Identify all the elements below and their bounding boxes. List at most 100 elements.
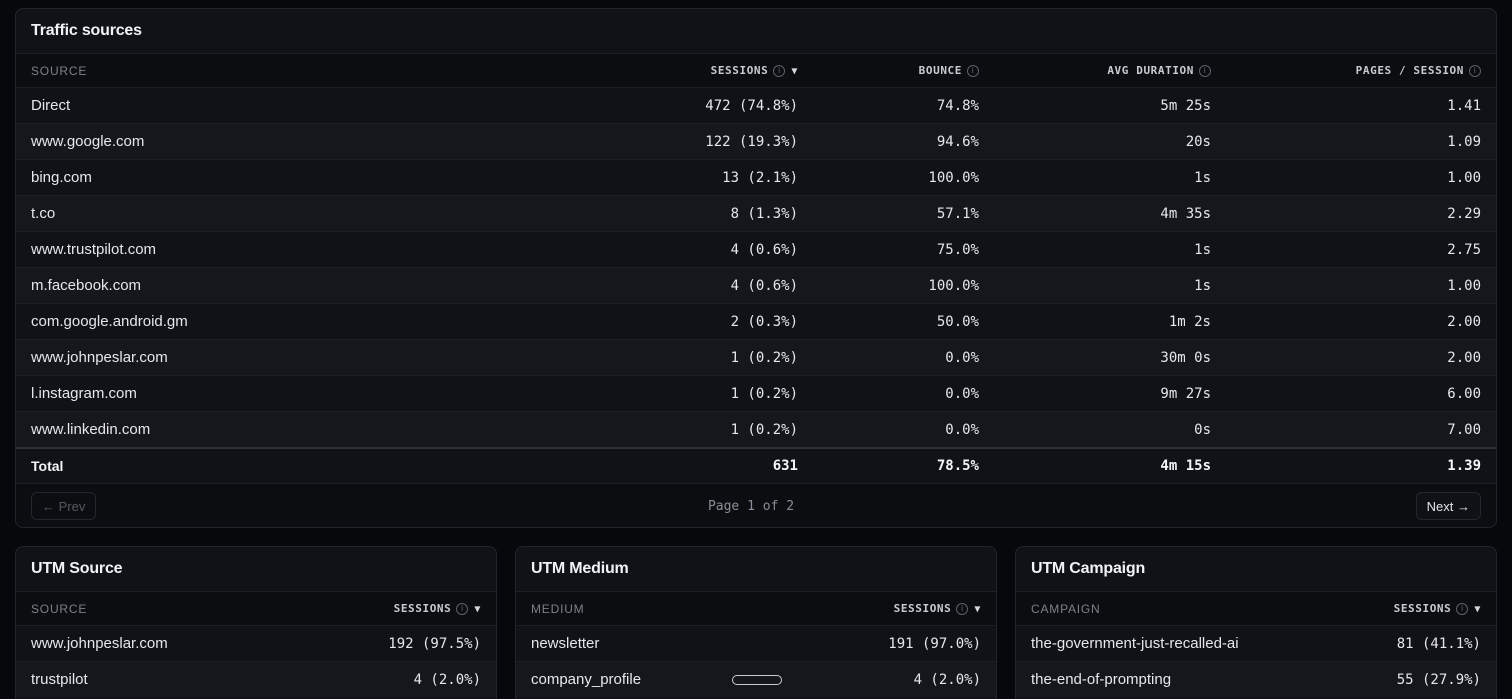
utm-medium-card: UTM Medium MEDIUM SESSIONS i ▼ newsletter … (515, 546, 997, 699)
sessions-cell: 4 (0.6%) (730, 241, 798, 258)
bounce-cell: 100.0% (928, 277, 979, 294)
table-row[interactable]: m.facebook.com 4 (0.6%) 100.0% 1s 1.00 (16, 267, 1496, 303)
column-header-sessions[interactable]: SESSIONS i ▼ (894, 602, 981, 615)
table-row[interactable]: www.google.com 122 (19.3%) 94.6% 20s 1.09 (16, 123, 1496, 159)
utm-medium-sessions: 191 (97.0%) (888, 635, 981, 652)
sessions-cell: 1 (0.2%) (730, 349, 798, 366)
avg-duration-cell: 20s (1185, 133, 1211, 150)
bounce-cell: 0.0% (945, 349, 979, 366)
bounce-cell: 100.0% (928, 169, 979, 186)
pages-per-session-cell: 2.75 (1447, 241, 1481, 258)
sort-desc-icon[interactable]: ▼ (1474, 604, 1481, 615)
utm-source-sessions: 192 (97.5%) (388, 635, 481, 652)
column-header-bounce[interactable]: BOUNCE i (919, 64, 979, 77)
column-header-avg-duration[interactable]: AVG DURATION i (1107, 64, 1211, 77)
traffic-sources-card: Traffic sources SOURCE SESSIONS i ▼ BOUNCE… (15, 8, 1497, 528)
pages-per-session-cell: 6.00 (1447, 385, 1481, 402)
source-cell: www.trustpilot.com (31, 241, 157, 258)
table-row[interactable]: the-end-of-prompting 55 (27.9%) (1016, 661, 1496, 697)
source-cell: www.johnpeslar.com (31, 349, 168, 366)
column-header-source: SOURCE (31, 601, 88, 616)
info-icon[interactable]: i (456, 603, 469, 615)
avg-duration-cell: 1s (1194, 169, 1211, 186)
utm-source-label: trustpilot (31, 671, 88, 688)
source-cell: Direct (31, 97, 71, 114)
utm-campaign-sessions: 55 (27.9%) (1396, 671, 1481, 688)
table-row[interactable]: newsletter 191 (97.0%) (516, 625, 996, 661)
info-icon[interactable]: i (956, 603, 969, 615)
table-row[interactable]: www.johnpeslar.com 192 (97.5%) (16, 625, 496, 661)
table-row[interactable]: Direct 472 (74.8%) 74.8% 5m 25s 1.41 (16, 87, 1496, 123)
sort-desc-icon[interactable]: ▼ (474, 604, 481, 615)
total-label: Total (31, 458, 64, 474)
info-icon[interactable]: i (1199, 65, 1211, 77)
pages-per-session-cell: 7.00 (1447, 421, 1481, 438)
utm-medium-sessions: 4 (2.0%) (913, 671, 981, 688)
sessions-cell: 1 (0.2%) (730, 421, 798, 438)
next-page-button[interactable]: Next → (1415, 492, 1481, 520)
bounce-cell: 50.0% (936, 313, 979, 330)
avg-duration-cell: 4m 35s (1160, 205, 1211, 222)
table-row[interactable]: t.co 8 (1.3%) 57.1% 4m 35s 2.29 (16, 195, 1496, 231)
column-header-campaign: CAMPAIGN (1031, 601, 1101, 616)
utm-source-sessions: 4 (2.0%) (413, 671, 481, 688)
pages-per-session-cell: 1.00 (1447, 169, 1481, 186)
pages-per-session-cell: 1.00 (1447, 277, 1481, 294)
avg-duration-cell: 5m 25s (1160, 97, 1211, 114)
bounce-cell: 75.0% (936, 241, 979, 258)
utm-campaign-title: UTM Campaign (1031, 560, 1146, 577)
info-icon[interactable]: i (773, 65, 786, 77)
info-icon[interactable]: i (1456, 603, 1469, 615)
sort-desc-icon[interactable]: ▼ (974, 604, 981, 615)
table-row[interactable]: www.johnpeslar.com 1 (0.2%) 0.0% 30m 0s 2.00 (16, 339, 1496, 375)
source-cell: bing.com (31, 169, 92, 186)
table-row[interactable]: l.instagram.com 1 (0.2%) 0.0% 9m 27s 6.00 (16, 375, 1496, 411)
bounce-cell: 0.0% (945, 385, 979, 402)
utm-medium-label: newsletter (531, 635, 600, 652)
column-header-sessions[interactable]: SESSIONS i ▼ (711, 64, 798, 77)
sessions-cell: 8 (1.3%) (730, 205, 798, 222)
traffic-table-header: SOURCE SESSIONS i ▼ BOUNCE i AVG DURATION i … (16, 53, 1496, 87)
source-cell: l.instagram.com (31, 385, 137, 402)
source-cell: m.facebook.com (31, 277, 142, 294)
column-header-sessions[interactable]: SESSIONS i ▼ (394, 602, 481, 615)
avg-duration-cell: 1m 2s (1168, 313, 1211, 330)
traffic-sources-title: Traffic sources (31, 22, 142, 39)
avg-duration-cell: 9m 27s (1160, 385, 1211, 402)
utm-medium-title: UTM Medium (531, 560, 629, 577)
sessions-cell: 13 (2.1%) (722, 169, 798, 186)
utm-source-card: UTM Source SOURCE SESSIONS i ▼ www.johnpes… (15, 546, 497, 699)
table-row[interactable]: www.linkedin.com 1 (0.2%) 0.0% 0s 7.00 (16, 411, 1496, 447)
sort-desc-icon[interactable]: ▼ (791, 66, 798, 77)
utm-medium-label: company_profile (531, 671, 642, 688)
avg-duration-cell: 0s (1194, 421, 1211, 438)
info-icon[interactable]: i (1469, 65, 1481, 77)
column-header-sessions[interactable]: SESSIONS i ▼ (1394, 602, 1481, 615)
total-bounce: 78.5% (936, 458, 979, 474)
avg-duration-cell: 1s (1194, 277, 1211, 294)
total-sessions: 631 (772, 458, 798, 474)
utm-campaign-card: UTM Campaign CAMPAIGN SESSIONS i ▼ the-gov… (1015, 546, 1497, 699)
pages-per-session-cell: 2.29 (1447, 205, 1481, 222)
table-row[interactable]: the-government-just-recalled-ai 81 (41.1… (1016, 625, 1496, 661)
utm-campaign-sessions: 81 (41.1%) (1396, 635, 1481, 652)
info-icon[interactable]: i (967, 65, 979, 77)
pages-per-session-cell: 2.00 (1447, 349, 1481, 366)
pagination-bar: ← Prev Page 1 of 2 Next → (16, 483, 1496, 527)
source-cell: www.linkedin.com (31, 421, 151, 438)
table-row[interactable]: www.trustpilot.com 4 (0.6%) 75.0% 1s 2.75 (16, 231, 1496, 267)
column-header-source: SOURCE (31, 63, 88, 78)
utm-campaign-label: the-government-just-recalled-ai (1031, 635, 1239, 652)
utm-source-title: UTM Source (31, 560, 123, 577)
utm-campaign-header: CAMPAIGN SESSIONS i ▼ (1016, 591, 1496, 625)
bounce-cell: 74.8% (936, 97, 979, 114)
table-row[interactable]: bing.com 13 (2.1%) 100.0% 1s 1.00 (16, 159, 1496, 195)
source-cell: t.co (31, 205, 56, 222)
utm-medium-header: MEDIUM SESSIONS i ▼ (516, 591, 996, 625)
table-row[interactable]: trustpilot 4 (2.0%) (16, 661, 496, 697)
avg-duration-cell: 1s (1194, 241, 1211, 258)
column-header-pages-per-session[interactable]: PAGES / SESSION i (1356, 64, 1481, 77)
table-row[interactable]: company_profile 4 (2.0%) (516, 661, 996, 697)
table-row[interactable]: com.google.android.gm 2 (0.3%) 50.0% 1m 2s 2… (16, 303, 1496, 339)
utm-source-label: www.johnpeslar.com (31, 635, 168, 652)
